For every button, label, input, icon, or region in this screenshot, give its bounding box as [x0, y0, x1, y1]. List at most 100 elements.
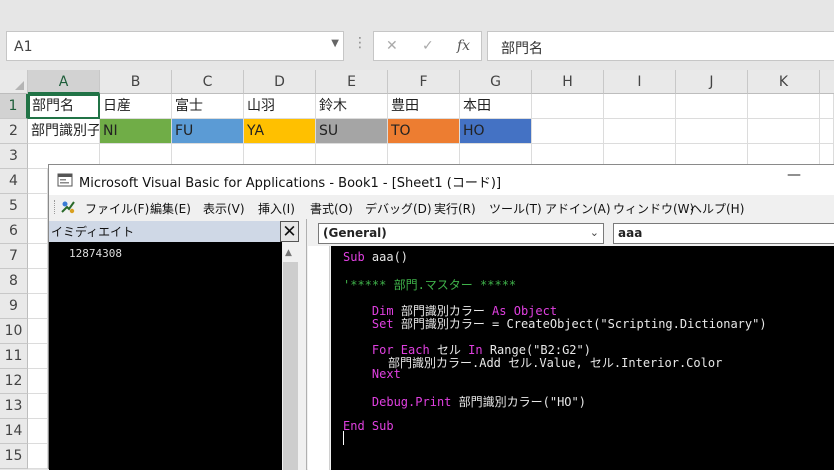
cell-h2[interactable]	[532, 119, 604, 144]
column-header-l[interactable]	[820, 70, 834, 94]
chevron-down-icon[interactable]: ⌄	[590, 224, 599, 242]
close-icon[interactable]: ✕	[280, 221, 299, 242]
formula-input[interactable]: 部門名	[487, 31, 834, 61]
cell-i1[interactable]	[604, 94, 676, 119]
object-dropdown[interactable]: (General) ⌄	[318, 223, 604, 244]
more-options-icon[interactable]: ⋮	[353, 35, 367, 51]
insert-function-icon[interactable]: fx	[457, 38, 470, 54]
vba-title-bar[interactable]: Microsoft Visual Basic for Applications …	[49, 165, 834, 195]
menu-format[interactable]: 書式(O)	[310, 200, 353, 217]
row-header-15[interactable]: 15	[0, 444, 28, 469]
column-header-h[interactable]: H	[532, 70, 604, 94]
cell-a1[interactable]: 部門名	[28, 94, 100, 119]
cell-a14[interactable]	[28, 419, 48, 444]
menu-run[interactable]: 実行(R)	[434, 200, 476, 217]
cell-e2[interactable]: SU	[316, 119, 388, 144]
row-header-13[interactable]: 13	[0, 394, 28, 419]
cell-a13[interactable]	[28, 394, 48, 419]
scroll-up-icon[interactable]: ▲	[285, 248, 292, 258]
cell-d2[interactable]: YA	[244, 119, 316, 144]
cell-l1[interactable]	[820, 94, 834, 119]
row-header-9[interactable]: 9	[0, 294, 28, 319]
pane-splitter[interactable]	[299, 219, 307, 470]
cell-j2[interactable]	[676, 119, 748, 144]
cell-a6[interactable]	[28, 219, 48, 244]
column-header-e[interactable]: E	[316, 70, 388, 94]
cell-l2[interactable]	[820, 119, 834, 144]
column-header-a[interactable]: A	[28, 70, 100, 94]
name-box[interactable]: A1 ▼	[6, 31, 344, 61]
cell-j1[interactable]	[676, 94, 748, 119]
cell-a4[interactable]	[28, 169, 48, 194]
select-all-button[interactable]	[0, 70, 28, 94]
column-header-i[interactable]: I	[604, 70, 676, 94]
immediate-window-output[interactable]: 12874308	[49, 242, 282, 470]
cell-d1[interactable]: 山羽	[244, 94, 316, 119]
menu-file[interactable]: ファイル(F)	[85, 200, 149, 217]
row-header-12[interactable]: 12	[0, 369, 28, 394]
menu-help[interactable]: ヘルプ(H)	[690, 200, 744, 217]
menu-edit[interactable]: 編集(E)	[150, 200, 191, 217]
code-margin[interactable]	[308, 246, 330, 470]
cell-a7[interactable]	[28, 244, 48, 269]
cell-a15[interactable]	[28, 444, 48, 469]
cell-f2[interactable]: TO	[388, 119, 460, 144]
cell-e1[interactable]: 鈴木	[316, 94, 388, 119]
column-header-c[interactable]: C	[172, 70, 244, 94]
immediate-window-header[interactable]: イミディエイト	[49, 221, 299, 242]
code-editor[interactable]: Sub aaa() '***** 部門.マスター ***** Dim 部門識別カ…	[331, 246, 834, 470]
row-header-8[interactable]: 8	[0, 269, 28, 294]
cell-a10[interactable]	[28, 319, 48, 344]
column-header-k[interactable]: K	[748, 70, 820, 94]
immediate-scrollbar[interactable]: ▲	[282, 242, 299, 470]
cell-a2[interactable]: 部門識別子	[28, 119, 100, 144]
cell-f1[interactable]: 豊田	[388, 94, 460, 119]
cell-i2[interactable]	[604, 119, 676, 144]
row-header-14[interactable]: 14	[0, 419, 28, 444]
scrollbar-thumb[interactable]	[283, 262, 298, 470]
column-header-d[interactable]: D	[244, 70, 316, 94]
cell-a5[interactable]	[28, 194, 48, 219]
vba-project-icon[interactable]	[59, 198, 77, 216]
menu-insert[interactable]: 挿入(I)	[258, 200, 295, 217]
cell-k2[interactable]	[748, 119, 820, 144]
column-header-b[interactable]: B	[100, 70, 172, 94]
enter-icon[interactable]: ✓	[422, 38, 434, 54]
cell-b1[interactable]: 日産	[100, 94, 172, 119]
cell-g1[interactable]: 本田	[460, 94, 532, 119]
column-header-f[interactable]: F	[388, 70, 460, 94]
cell-c2[interactable]: FU	[172, 119, 244, 144]
cell-a9[interactable]	[28, 294, 48, 319]
cell-b2[interactable]: NI	[100, 119, 172, 144]
row-header-7[interactable]: 7	[0, 244, 28, 269]
cell-a11[interactable]	[28, 344, 48, 369]
code-line: Next	[371, 367, 401, 381]
procedure-dropdown[interactable]: aaa	[613, 223, 834, 244]
cell-g2[interactable]: HO	[460, 119, 532, 144]
row-header-11[interactable]: 11	[0, 344, 28, 369]
column-header-g[interactable]: G	[460, 70, 532, 94]
menu-view[interactable]: 表示(V)	[203, 200, 245, 217]
cell-h1[interactable]	[532, 94, 604, 119]
object-dropdown-value: (General)	[323, 226, 387, 240]
cell-a12[interactable]	[28, 369, 48, 394]
cancel-icon[interactable]: ✕	[386, 38, 398, 54]
row-header-1[interactable]: 1	[0, 94, 28, 119]
cell-a8[interactable]	[28, 269, 48, 294]
menu-window[interactable]: ウィンドウ(W)	[613, 200, 694, 217]
row-header-10[interactable]: 10	[0, 319, 28, 344]
minimize-icon[interactable]: —	[787, 167, 801, 183]
chevron-down-icon[interactable]: ▼	[331, 38, 339, 49]
menu-addins[interactable]: アドイン(A)	[545, 200, 611, 217]
row-header-2[interactable]: 2	[0, 119, 28, 144]
toolbar-grip-icon[interactable]	[54, 200, 57, 214]
row-header-4[interactable]: 4	[0, 169, 28, 194]
column-header-j[interactable]: J	[676, 70, 748, 94]
row-header-3[interactable]: 3	[0, 144, 28, 169]
menu-tools[interactable]: ツール(T)	[489, 200, 542, 217]
cell-k1[interactable]	[748, 94, 820, 119]
row-header-5[interactable]: 5	[0, 194, 28, 219]
row-header-6[interactable]: 6	[0, 219, 28, 244]
menu-debug[interactable]: デバッグ(D)	[365, 200, 432, 217]
cell-c1[interactable]: 富士	[172, 94, 244, 119]
